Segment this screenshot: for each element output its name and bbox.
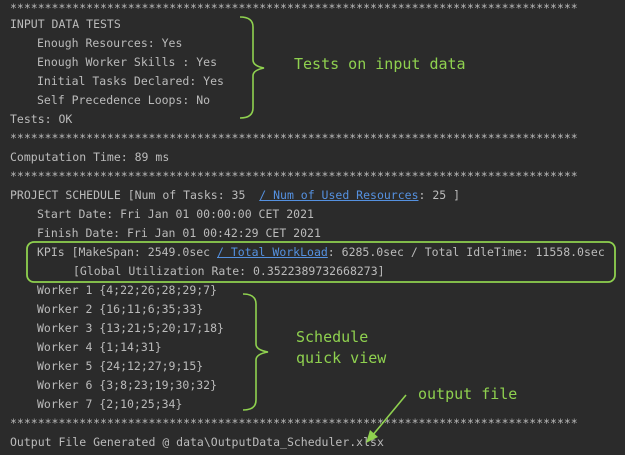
output-arrow-line [371, 394, 407, 437]
tests-annotation: Tests on input data [294, 55, 466, 73]
schedule-annotation-line1: Schedule [296, 328, 369, 346]
schedule-annotation-line2: quick view [296, 349, 387, 367]
schedule-brace [242, 293, 269, 411]
tests-brace [239, 16, 265, 119]
kpi-highlight-box [26, 241, 616, 283]
output-annotation: output file [418, 385, 518, 403]
